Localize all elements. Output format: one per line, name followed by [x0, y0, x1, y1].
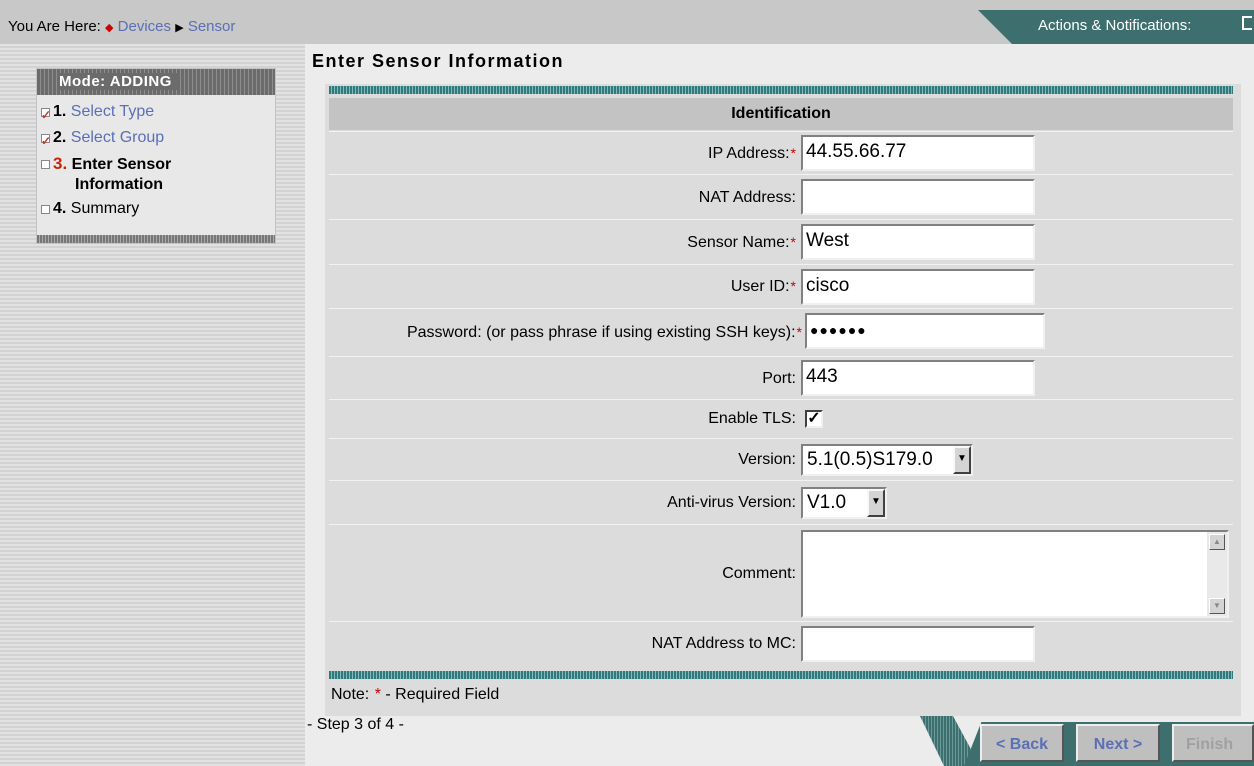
version-select[interactable]: 5.1(0.5)S179.0 ▼	[801, 444, 973, 476]
breadcrumb-arrow-icon: ▶	[175, 22, 184, 34]
divider	[329, 86, 1233, 94]
step-label: Select Type	[70, 103, 155, 120]
row-ip-address: IP Address:* 44.55.66.77	[329, 131, 1233, 173]
row-user-id: User ID:* cisco	[329, 264, 1233, 307]
comment-textarea[interactable]: ▲ ▼	[801, 530, 1229, 618]
step-label: Enter Sensor	[71, 156, 172, 173]
step-number: 4.	[53, 200, 67, 217]
finish-button[interactable]: Finish	[1172, 724, 1254, 762]
main-content: Enter Sensor Information Identification …	[305, 44, 1254, 766]
wizard-step-summary: 4. Summary	[41, 196, 275, 222]
checked-icon	[41, 102, 51, 128]
breadcrumb: You Are Here: ◆ Devices ▶ Sensor	[8, 18, 235, 35]
antivirus-version-label: Anti-virus Version:	[667, 494, 796, 511]
antivirus-version-select[interactable]: V1.0 ▼	[801, 487, 887, 519]
scroll-up-icon[interactable]: ▲	[1209, 534, 1225, 550]
enable-tls-label: Enable TLS:	[708, 410, 796, 427]
password-input[interactable]: ●●●●●●	[805, 313, 1045, 349]
identification-form: Identification IP Address:* 44.55.66.77 …	[325, 84, 1241, 716]
unchecked-icon	[41, 205, 50, 214]
nat-address-mc-input[interactable]	[801, 626, 1035, 662]
breadcrumb-link-devices[interactable]: Devices	[118, 18, 171, 35]
required-note: Note: * - Required Field	[331, 686, 500, 703]
port-label: Port:	[762, 370, 796, 387]
version-label: Version:	[738, 451, 796, 468]
left-panel: Mode: ADDING 1. Select Type 2. Select Gr…	[0, 44, 305, 766]
comment-label: Comment:	[722, 565, 796, 582]
step-number: 1.	[53, 103, 67, 120]
step-number: 3.	[53, 154, 68, 173]
user-id-input[interactable]: cisco	[801, 269, 1035, 305]
step-label: Select Group	[70, 129, 165, 146]
wizard-steps: 1. Select Type 2. Select Group 3. Enter …	[37, 95, 275, 222]
back-button[interactable]: < Back	[980, 724, 1064, 762]
antivirus-version-value: V1.0	[807, 492, 847, 513]
section-header: Identification	[329, 98, 1233, 130]
breadcrumb-link-sensor[interactable]: Sensor	[188, 18, 236, 35]
ip-address-label: IP Address:*	[708, 145, 796, 162]
scroll-down-icon[interactable]: ▼	[1209, 598, 1225, 614]
row-comment: Comment: ▲ ▼	[329, 524, 1233, 620]
user-id-label: User ID:*	[730, 278, 796, 295]
row-nat-address-mc: NAT Address to MC:	[329, 621, 1233, 663]
sensor-name-label: Sensor Name:*	[687, 234, 796, 251]
step-indicator: - Step 3 of 4 -	[307, 716, 404, 733]
breadcrumb-bullet-icon: ◆	[105, 22, 114, 34]
port-input[interactable]: 443	[801, 360, 1035, 396]
page-title: Enter Sensor Information	[312, 51, 565, 71]
row-enable-tls: Enable TLS: ✓	[329, 399, 1233, 437]
enable-tls-checkbox[interactable]: ✓	[805, 410, 823, 428]
sensor-name-input[interactable]: West	[801, 224, 1035, 260]
actions-notifications[interactable]: Actions & Notifications:	[978, 10, 1254, 44]
chevron-down-icon[interactable]: ▼	[867, 489, 885, 517]
mode-header: Mode: ADDING	[37, 69, 275, 95]
row-password: Password: (or pass phrase if using exist…	[329, 308, 1233, 355]
actions-label: Actions & Notifications:	[1038, 17, 1192, 34]
version-value: 5.1(0.5)S179.0	[807, 449, 933, 470]
top-bar: You Are Here: ◆ Devices ▶ Sensor Actions…	[0, 0, 1254, 44]
row-nat-address: NAT Address:	[329, 174, 1233, 218]
nat-address-label: NAT Address:	[698, 189, 796, 206]
step-number: 2.	[53, 129, 67, 146]
wizard-step-select-type[interactable]: 1. Select Type	[41, 99, 275, 128]
notification-icon	[1242, 16, 1252, 30]
row-sensor-name: Sensor Name:* West	[329, 219, 1233, 263]
next-button[interactable]: Next >	[1076, 724, 1160, 762]
step-label: Summary	[70, 200, 140, 217]
comment-scrollbar[interactable]: ▲ ▼	[1207, 532, 1227, 616]
nat-address-mc-label: NAT Address to MC:	[651, 635, 796, 652]
row-version: Version: 5.1(0.5)S179.0 ▼	[329, 438, 1233, 479]
row-port: Port: 443	[329, 356, 1233, 398]
nat-address-input[interactable]	[801, 179, 1035, 215]
chevron-down-icon[interactable]: ▼	[953, 446, 971, 474]
wizard-box: Mode: ADDING 1. Select Type 2. Select Gr…	[36, 68, 276, 244]
row-antivirus-version: Anti-virus Version: V1.0 ▼	[329, 480, 1233, 523]
step-label-line2: Information	[75, 176, 163, 193]
divider	[329, 671, 1233, 679]
wizard-step-select-group[interactable]: 2. Select Group	[41, 125, 275, 154]
button-bar: < Back Next > Finish	[920, 716, 1254, 766]
ip-address-input[interactable]: 44.55.66.77	[801, 135, 1035, 171]
unchecked-icon	[41, 160, 50, 169]
password-label: Password: (or pass phrase if using exist…	[406, 324, 802, 341]
breadcrumb-prefix: You Are Here:	[8, 18, 101, 35]
wizard-step-enter-info: 3. Enter Sensor Information	[41, 151, 275, 196]
mode-label: Mode: ADDING	[59, 73, 178, 90]
wizard-box-footer	[37, 235, 275, 243]
checked-icon	[41, 128, 51, 154]
